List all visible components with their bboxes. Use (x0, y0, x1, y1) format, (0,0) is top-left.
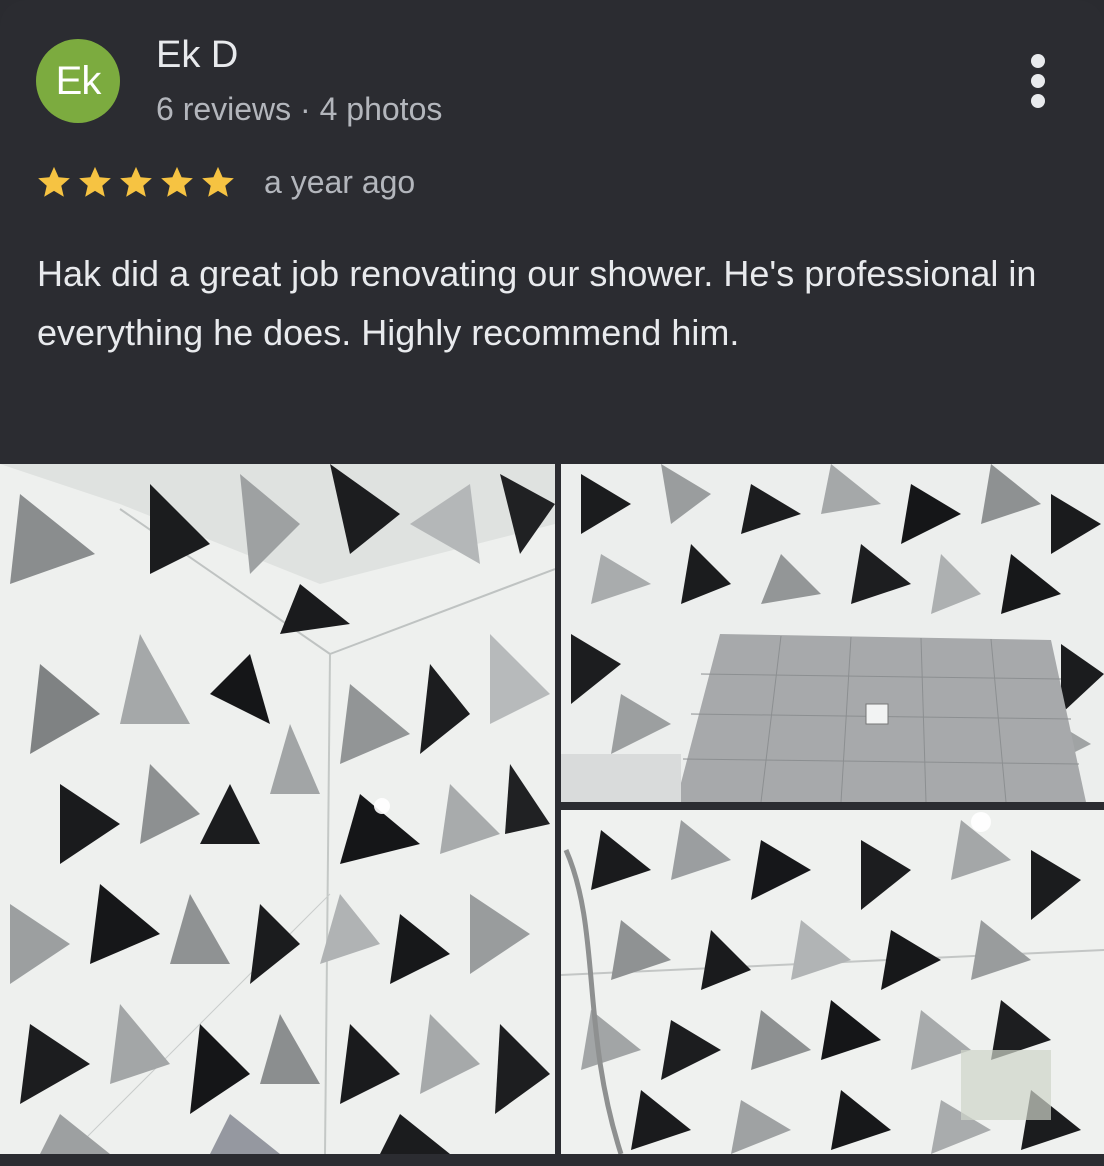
star-icon (120, 166, 152, 197)
star-icon (161, 166, 193, 197)
more-vertical-icon-dot (1031, 74, 1045, 88)
star-icon (202, 166, 234, 197)
review-card: Ek Ek D 6 reviews · 4 photos a year ago … (0, 0, 1104, 1166)
star-icon (38, 166, 70, 197)
photo-1[interactable] (0, 464, 555, 1154)
photo-2[interactable] (561, 464, 1104, 802)
shower-floor-image (561, 464, 1104, 802)
avatar-initials: Ek (55, 58, 102, 103)
tile-wall-image (0, 464, 555, 1154)
more-vertical-icon-dot (1031, 94, 1045, 108)
photo-3[interactable] (561, 810, 1104, 1154)
avatar[interactable]: Ek (36, 39, 120, 123)
more-vertical-icon (1031, 54, 1045, 68)
star-icon (79, 166, 111, 197)
star-rating (34, 164, 238, 202)
review-time: a year ago (264, 164, 416, 200)
review-text: Hak did a great job renovating our showe… (37, 253, 1037, 353)
reviewer-meta: 6 reviews · 4 photos (156, 91, 443, 127)
reviewer-name[interactable]: Ek D (156, 34, 238, 77)
shower-wall-image (561, 810, 1104, 1154)
more-options-button[interactable] (1018, 52, 1058, 110)
